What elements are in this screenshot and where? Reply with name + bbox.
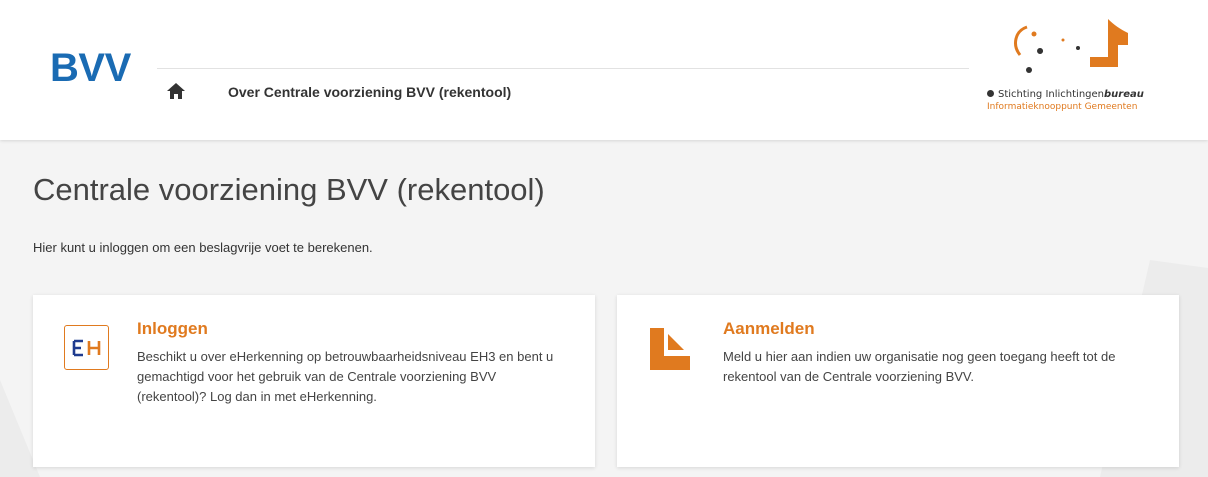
logo-bullet [987,90,994,97]
page-title: Centrale voorziening BVV (rekentool) [33,172,545,207]
eherkenning-icon [64,325,109,370]
nav-divider [157,68,969,69]
site-header: BVV Over Centrale voorziening BVV (reken… [0,0,1208,140]
register-card[interactable]: Aanmelden Meld u hier aan indien uw orga… [617,295,1179,467]
register-description: Meld u hier aan indien uw organisatie no… [723,349,1116,384]
logo-name-regular: Stichting Inlichtingen [998,89,1105,100]
nav-link-about[interactable]: Over Centrale voorziening BVV (rekentool… [228,84,511,100]
logo-name: Stichting Inlichtingenbureau [987,89,1144,100]
intro-text: Hier kunt u inloggen om een beslagvrije … [33,240,373,255]
eherkenning-mark [72,339,100,356]
logo-name-bold: bureau [1104,89,1144,100]
brand-logo[interactable]: BVV [50,46,131,91]
login-title[interactable]: Inloggen [137,319,208,339]
login-description: Beschikt u over eHerkenning op betrouwba… [137,349,554,404]
login-card[interactable]: Inloggen Beschikt u over eHerkenning op … [33,295,595,467]
document-icon [650,328,690,370]
register-title[interactable]: Aanmelden [723,319,815,339]
logo-subtitle: Informatieknooppunt Gemeenten [987,102,1138,112]
home-icon[interactable] [165,80,187,102]
